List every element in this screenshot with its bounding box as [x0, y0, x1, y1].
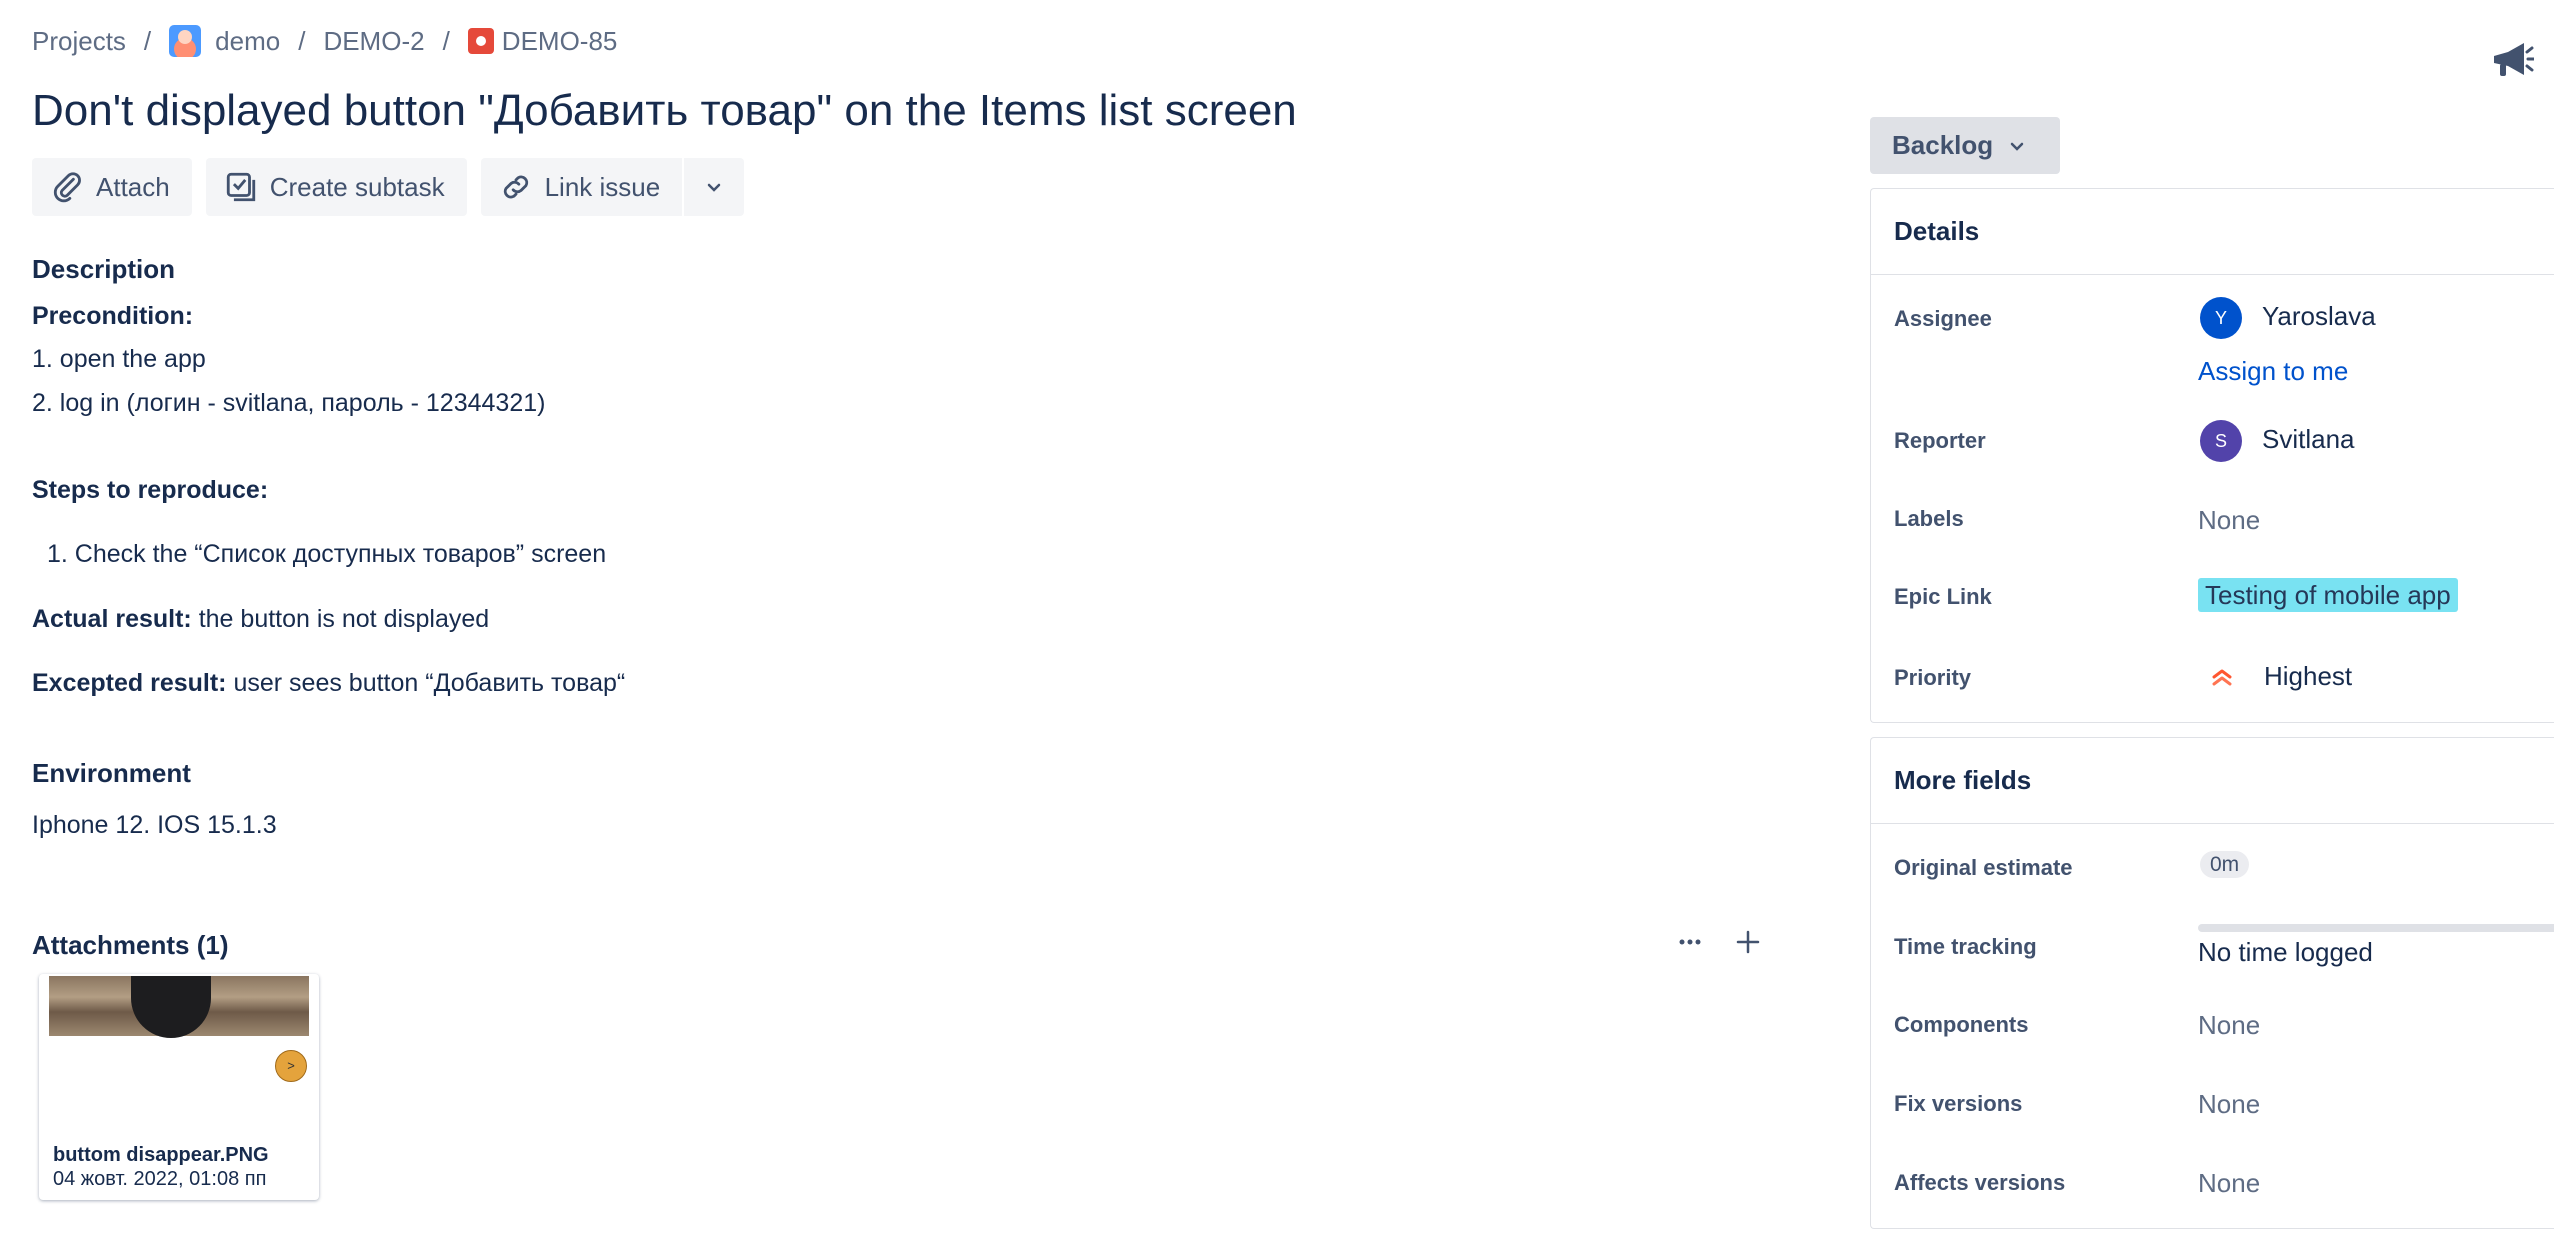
status-button[interactable]: Backlog [1870, 117, 2060, 174]
more-fields-divider [1871, 823, 2554, 824]
labels-label: Labels [1894, 506, 1964, 531]
epic-link-field[interactable]: Testing of mobile app [2198, 578, 2458, 612]
actual-result: Actual result: the button is not display… [32, 605, 489, 634]
attachments-heading: Attachments (1) [32, 930, 229, 960]
affects-versions-label: Affects versions [1894, 1170, 2066, 1195]
link-issue-split-button: Link issue [480, 158, 745, 216]
actual-result-text: the button is not displayed [191, 605, 490, 633]
more-fields-heading[interactable]: More fields [1894, 765, 2031, 796]
attachment-filename: buttom disappear.PNG [53, 1144, 269, 1166]
avatar: Y [2200, 297, 2242, 339]
breadcrumb-project[interactable]: demo [215, 26, 280, 57]
add-attachment-icon[interactable] [1734, 928, 1762, 963]
link-icon [503, 175, 528, 199]
expected-result-label: Excepted result: [32, 669, 227, 697]
reporter-label: Reporter [1894, 428, 1986, 453]
attachments-actions [1676, 928, 1762, 963]
actual-result-label: Actual result: [32, 605, 192, 633]
more-options-icon[interactable] [1676, 928, 1704, 963]
time-tracking-bar[interactable] [2198, 924, 2554, 932]
priority-field[interactable]: Highest [2208, 661, 2352, 692]
avatar: S [2200, 420, 2242, 462]
original-estimate-field[interactable]: 0m [2200, 851, 2250, 878]
breadcrumb-projects[interactable]: Projects [32, 26, 126, 57]
attachment-thumbnail [49, 976, 309, 1038]
assignee-name: Yaroslava [2262, 300, 2376, 331]
attach-label: Attach [96, 171, 170, 202]
breadcrumb-separator: / [143, 25, 152, 56]
create-subtask-label: Create subtask [269, 171, 445, 202]
description-heading: Description [32, 254, 176, 284]
attach-button[interactable]: Attach [32, 158, 192, 216]
priority-highest-icon [2212, 669, 2232, 685]
precondition-step-1: 1. open the app [32, 345, 206, 373]
reporter-name: Svitlana [2262, 423, 2355, 454]
status-label: Backlog [1892, 130, 1994, 160]
original-estimate-label: Original estimate [1894, 855, 2073, 880]
expected-result-text: user sees button “Добавить товар“ [226, 669, 626, 697]
assignee-label: Assignee [1894, 306, 1992, 331]
paperclip-icon [53, 172, 81, 203]
project-avatar-icon [169, 25, 202, 57]
epic-link-label: Epic Link [1894, 584, 1992, 609]
more-actions-button[interactable] [684, 158, 745, 216]
fix-versions-value[interactable]: None [2198, 1089, 2260, 1120]
chevron-down-icon [2010, 142, 2024, 151]
epic-lozenge: Testing of mobile app [2198, 578, 2458, 612]
issue-toolbar: Attach Create subtask Link issue [32, 158, 745, 216]
fix-versions-label: Fix versions [1894, 1091, 2023, 1116]
precondition-label: Precondition: [32, 302, 194, 330]
link-issue-button[interactable]: Link issue [480, 158, 683, 216]
details-divider [1871, 274, 2554, 275]
details-heading[interactable]: Details [1894, 216, 1979, 247]
attachment-card[interactable]: > buttom disappear.PNG 04 жовт. 2022, 01… [39, 974, 319, 1200]
breadcrumb-epic[interactable]: DEMO-2 [323, 26, 424, 57]
steps-label: Steps to reproduce: [32, 476, 269, 504]
environment-text[interactable]: Iphone 12. IOS 15.1.3 [32, 811, 277, 840]
environment-heading: Environment [32, 758, 191, 788]
link-issue-label: Link issue [544, 171, 661, 202]
chevron-down-icon [707, 183, 721, 192]
affects-versions-value[interactable]: None [2198, 1168, 2260, 1199]
time-tracking-value: No time logged [2198, 937, 2373, 967]
megaphone-icon[interactable] [2488, 38, 2536, 84]
bug-icon [467, 28, 494, 54]
breadcrumb: Projects / demo / DEMO-2 / DEMO-85 [32, 24, 617, 58]
attachment-badge: > [275, 1050, 307, 1082]
labels-value[interactable]: None [2198, 505, 2260, 536]
priority-value: Highest [2264, 661, 2353, 691]
attachment-date: 04 жовт. 2022, 01:08 пп [53, 1168, 267, 1190]
subtask-icon [226, 172, 255, 202]
expected-result: Excepted result: user sees button “Добав… [32, 669, 625, 698]
issue-title[interactable]: Don't displayed button "Добавить товар" … [32, 86, 1297, 136]
breadcrumb-separator: / [442, 25, 450, 56]
reporter-field[interactable]: S Svitlana [2200, 420, 2355, 462]
create-subtask-button[interactable]: Create subtask [205, 158, 467, 216]
original-estimate-value: 0m [2200, 851, 2250, 878]
precondition-step-2: 2. log in (логин - svitlana, пароль - 12… [32, 389, 546, 417]
time-tracking-label: Time tracking [1894, 934, 2037, 959]
assign-to-me-link[interactable]: Assign to me [2198, 356, 2348, 387]
breadcrumb-issue-key[interactable]: DEMO-85 [502, 26, 618, 57]
more-fields-panel [1870, 737, 2554, 1229]
components-value[interactable]: None [2198, 1010, 2260, 1041]
assignee-field[interactable]: Y Yaroslava [2200, 297, 2376, 339]
components-label: Components [1894, 1012, 2029, 1037]
priority-label: Priority [1894, 665, 1972, 690]
reproduce-step-1: 1. Check the “Список доступных товаров” … [47, 540, 607, 568]
breadcrumb-separator: / [298, 25, 306, 56]
